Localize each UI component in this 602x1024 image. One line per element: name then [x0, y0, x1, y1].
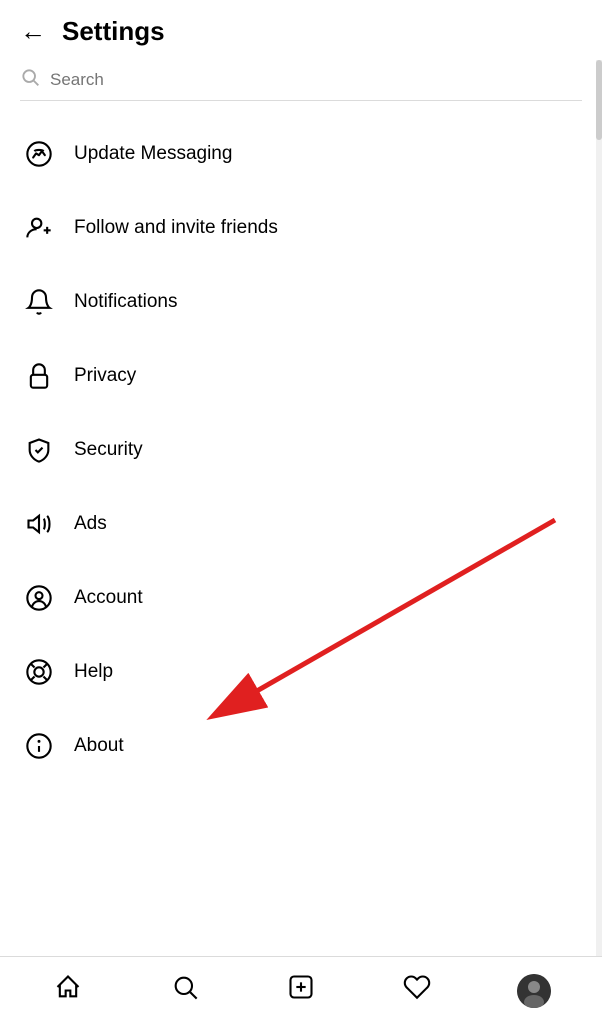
nav-add[interactable] — [243, 957, 359, 1024]
nav-profile[interactable] — [476, 957, 592, 1024]
lifebuoy-icon — [20, 653, 58, 691]
back-button[interactable]: ← — [20, 16, 46, 47]
search-nav-icon — [171, 973, 199, 1008]
menu-item-help[interactable]: Help — [0, 635, 602, 709]
nav-heart[interactable] — [359, 957, 475, 1024]
menu-item-account[interactable]: Account — [0, 561, 602, 635]
menu-label-ads: Ads — [74, 513, 107, 535]
messenger-icon — [20, 135, 58, 173]
lock-icon — [20, 357, 58, 395]
add-person-icon — [20, 209, 58, 247]
bottom-nav — [0, 956, 602, 1024]
settings-header: ← Settings — [0, 0, 602, 59]
menu-label-notifications: Notifications — [74, 291, 178, 313]
nav-home[interactable] — [10, 957, 126, 1024]
search-icon — [20, 67, 40, 92]
menu-label-update-messaging: Update Messaging — [74, 143, 232, 165]
add-square-icon — [287, 973, 315, 1008]
profile-avatar — [517, 974, 551, 1008]
menu-label-privacy: Privacy — [74, 365, 136, 387]
menu-label-help: Help — [74, 661, 113, 683]
menu-item-security[interactable]: Security — [0, 413, 602, 487]
heart-icon — [403, 973, 431, 1008]
scrollbar-track[interactable] — [596, 60, 602, 956]
menu-item-privacy[interactable]: Privacy — [0, 339, 602, 413]
menu-item-update-messaging[interactable]: Update Messaging — [0, 117, 602, 191]
settings-menu: Update Messaging Follow and invite frien… — [0, 117, 602, 783]
shield-check-icon — [20, 431, 58, 469]
menu-label-follow-invite: Follow and invite friends — [74, 217, 278, 239]
search-input[interactable] — [50, 70, 582, 90]
page-title: Settings — [62, 16, 165, 47]
menu-label-security: Security — [74, 439, 143, 461]
menu-item-ads[interactable]: Ads — [0, 487, 602, 561]
bell-icon — [20, 283, 58, 321]
menu-item-notifications[interactable]: Notifications — [0, 265, 602, 339]
scrollbar-thumb[interactable] — [596, 60, 602, 140]
menu-item-follow-invite[interactable]: Follow and invite friends — [0, 191, 602, 265]
home-icon — [54, 973, 82, 1008]
megaphone-icon — [20, 505, 58, 543]
info-circle-icon — [20, 727, 58, 765]
nav-search[interactable] — [126, 957, 242, 1024]
person-circle-icon — [20, 579, 58, 617]
menu-label-account: Account — [74, 587, 143, 609]
search-bar — [20, 67, 582, 101]
menu-item-about[interactable]: About — [0, 709, 602, 783]
menu-label-about: About — [74, 735, 124, 757]
